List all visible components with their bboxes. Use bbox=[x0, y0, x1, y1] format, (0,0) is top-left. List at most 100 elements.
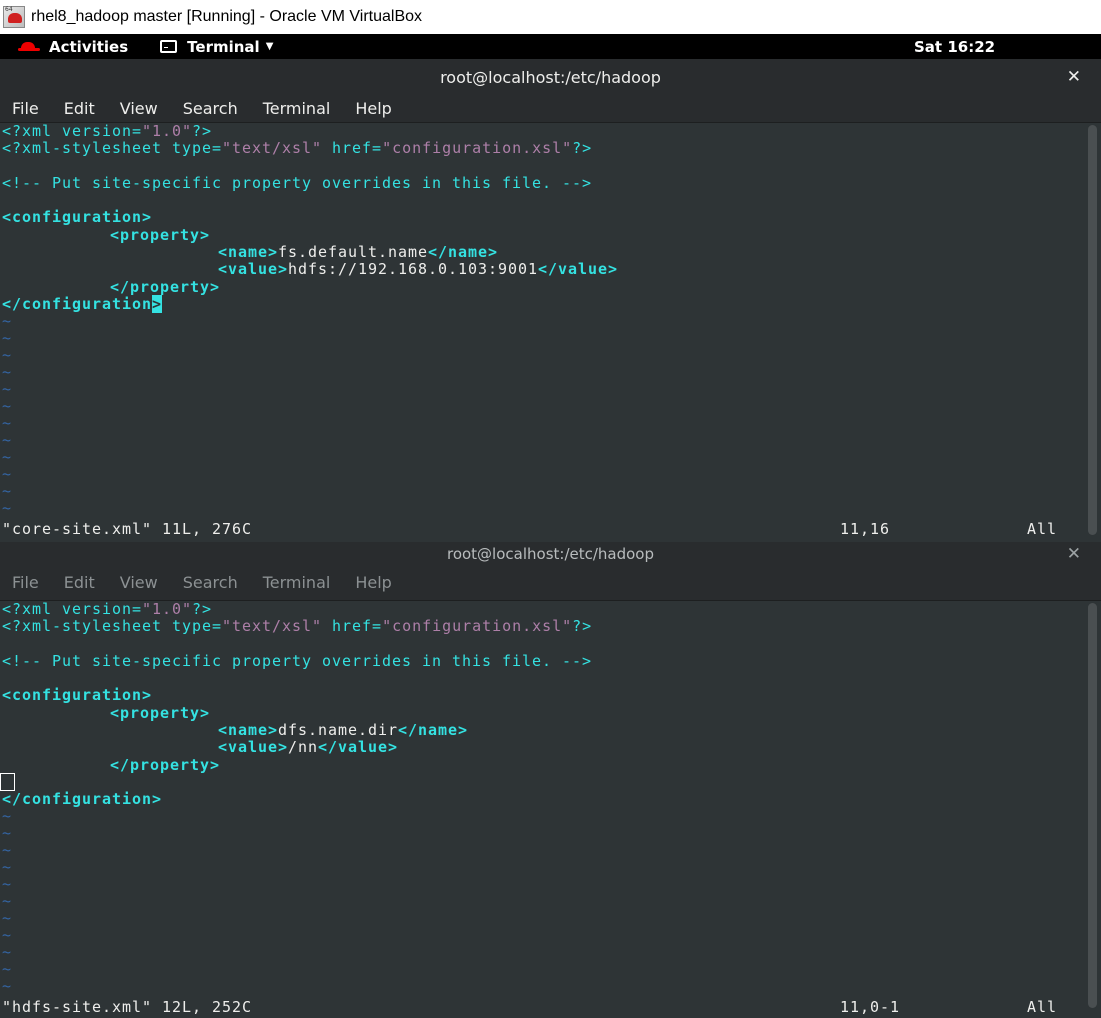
vim-status-scroll: All bbox=[1027, 520, 1058, 538]
close-icon[interactable]: ✕ bbox=[1067, 544, 1081, 564]
code-line: <value>hdfs://192.168.0.103:9001</value> bbox=[218, 261, 618, 278]
empty-line-tilde: ~ bbox=[2, 397, 13, 415]
xml-tag: <configuration> bbox=[2, 208, 153, 226]
xml-pi: href= bbox=[322, 139, 383, 157]
empty-line-tilde: ~ bbox=[2, 431, 13, 449]
xml-tag: <configuration> bbox=[2, 686, 153, 704]
xml-tag: <property> bbox=[110, 226, 211, 244]
menu-file[interactable]: File bbox=[12, 573, 39, 592]
text-cursor bbox=[0, 773, 15, 791]
menu-view[interactable]: View bbox=[120, 573, 158, 592]
text-cursor: > bbox=[152, 295, 163, 313]
scrollbar[interactable] bbox=[1088, 603, 1097, 1008]
xml-pi: <?xml-stylesheet type= bbox=[2, 139, 223, 157]
xml-tag: </configuration bbox=[2, 295, 153, 313]
empty-line-tilde: ~ bbox=[2, 824, 13, 842]
menu-edit[interactable]: Edit bbox=[64, 573, 95, 592]
empty-line-tilde: ~ bbox=[2, 892, 13, 910]
close-icon[interactable]: ✕ bbox=[1067, 67, 1081, 87]
xml-tag: </configuration> bbox=[2, 790, 163, 808]
xml-pi: ?> bbox=[572, 617, 593, 635]
xml-text: /nn bbox=[288, 738, 319, 756]
xml-pi: <?xml version= bbox=[2, 600, 143, 618]
virtualbox-window-title: rhel8_hadoop master [Running] - Oracle V… bbox=[31, 8, 423, 25]
xml-pi: ?> bbox=[572, 139, 593, 157]
empty-line-tilde: ~ bbox=[2, 380, 13, 398]
terminal-titlebar: root@localhost:/etc/hadoop ✕ bbox=[0, 59, 1101, 95]
empty-line-tilde: ~ bbox=[2, 943, 13, 961]
xml-string: "configuration.xsl" bbox=[382, 617, 573, 635]
terminal-menubar: File Edit View Search Terminal Help bbox=[0, 565, 1101, 601]
xml-string: "1.0" bbox=[142, 122, 193, 140]
xml-string: "text/xsl" bbox=[222, 617, 323, 635]
vim-editor[interactable]: <?xml version="1.0"?> <?xml-stylesheet t… bbox=[0, 601, 1101, 1018]
empty-line-tilde: ~ bbox=[2, 482, 13, 500]
vim-editor[interactable]: <?xml version="1.0"?> <?xml-stylesheet t… bbox=[0, 123, 1101, 542]
xml-text: fs.default.name bbox=[278, 243, 429, 261]
xml-tag: </property> bbox=[110, 756, 221, 774]
menu-search[interactable]: Search bbox=[183, 99, 238, 118]
xml-tag: <name> bbox=[218, 243, 279, 261]
vim-status-file: "hdfs-site.xml" 12L, 252C bbox=[2, 998, 253, 1016]
xml-comment: <!-- Put site-specific property override… bbox=[2, 174, 593, 192]
vim-status-position: 11,16 bbox=[840, 520, 891, 538]
xml-tag: </value> bbox=[538, 260, 619, 278]
code-line: <?xml-stylesheet type="text/xsl" href="c… bbox=[2, 618, 592, 635]
menu-help[interactable]: Help bbox=[355, 573, 391, 592]
scrollbar[interactable] bbox=[1088, 125, 1097, 535]
empty-line-tilde: ~ bbox=[2, 346, 13, 364]
menu-help[interactable]: Help bbox=[355, 99, 391, 118]
terminal-menubar: File Edit View Search Terminal Help bbox=[0, 95, 1101, 123]
activities-button[interactable]: Activities bbox=[18, 38, 128, 56]
xml-pi: <?xml-stylesheet type= bbox=[2, 617, 223, 635]
menu-terminal[interactable]: Terminal bbox=[263, 573, 331, 592]
empty-line-tilde: ~ bbox=[2, 858, 13, 876]
terminal-title: root@localhost:/etc/hadoop bbox=[440, 67, 661, 87]
empty-line-tilde: ~ bbox=[2, 926, 13, 944]
redhat-logo-icon bbox=[18, 41, 40, 52]
xml-comment: <!-- Put site-specific property override… bbox=[2, 652, 593, 670]
empty-line-tilde: ~ bbox=[2, 499, 13, 517]
xml-string: "text/xsl" bbox=[222, 139, 323, 157]
empty-line-tilde: ~ bbox=[2, 875, 13, 893]
clock[interactable]: Sat 16:22 bbox=[914, 38, 995, 56]
menu-file[interactable]: File bbox=[12, 99, 39, 118]
xml-tag: </property> bbox=[110, 278, 221, 296]
empty-line-tilde: ~ bbox=[2, 363, 13, 381]
code-line: <?xml version="1.0"?> bbox=[2, 123, 212, 140]
xml-string: "configuration.xsl" bbox=[382, 139, 573, 157]
vim-status-file: "core-site.xml" 11L, 276C bbox=[2, 520, 253, 538]
chevron-down-icon: ▼ bbox=[265, 41, 274, 52]
code-line: <name>dfs.name.dir</name> bbox=[218, 722, 468, 739]
xml-tag: <value> bbox=[218, 738, 289, 756]
menu-edit[interactable]: Edit bbox=[64, 99, 95, 118]
terminal-icon bbox=[160, 40, 178, 53]
terminal-app-menu[interactable]: Terminal ▼ bbox=[160, 38, 273, 56]
empty-line-tilde: ~ bbox=[2, 465, 13, 483]
empty-line-tilde: ~ bbox=[2, 977, 13, 995]
empty-line-tilde: ~ bbox=[2, 960, 13, 978]
code-line: </configuration> bbox=[2, 295, 163, 313]
menu-view[interactable]: View bbox=[120, 99, 158, 118]
terminal-title: root@localhost:/etc/hadoop bbox=[446, 544, 655, 563]
code-line: <value>/nn</value> bbox=[218, 739, 398, 756]
xml-pi: ?> bbox=[192, 122, 213, 140]
xml-pi: <?xml version= bbox=[2, 122, 143, 140]
empty-line-tilde: ~ bbox=[2, 448, 13, 466]
virtualbox-app-icon bbox=[3, 6, 25, 28]
xml-tag: </name> bbox=[428, 243, 499, 261]
xml-pi: href= bbox=[322, 617, 383, 635]
vim-status-position: 11,0-1 bbox=[840, 998, 901, 1016]
virtualbox-titlebar: rhel8_hadoop master [Running] - Oracle V… bbox=[0, 0, 1101, 34]
menu-terminal[interactable]: Terminal bbox=[263, 99, 331, 118]
xml-pi: ?> bbox=[192, 600, 213, 618]
xml-tag: </value> bbox=[318, 738, 399, 756]
gnome-top-bar: Activities Terminal ▼ Sat 16:22 bbox=[0, 34, 1101, 59]
terminal-window-core-site[interactable]: root@localhost:/etc/hadoop ✕ File Edit V… bbox=[0, 59, 1101, 542]
xml-text: dfs.name.dir bbox=[278, 721, 399, 739]
terminal-window-hdfs-site[interactable]: root@localhost:/etc/hadoop ✕ File Edit V… bbox=[0, 542, 1101, 1018]
empty-line-tilde: ~ bbox=[2, 312, 13, 330]
empty-line-tilde: ~ bbox=[2, 807, 13, 825]
menu-search[interactable]: Search bbox=[183, 573, 238, 592]
terminal-titlebar: root@localhost:/etc/hadoop ✕ bbox=[0, 542, 1101, 565]
